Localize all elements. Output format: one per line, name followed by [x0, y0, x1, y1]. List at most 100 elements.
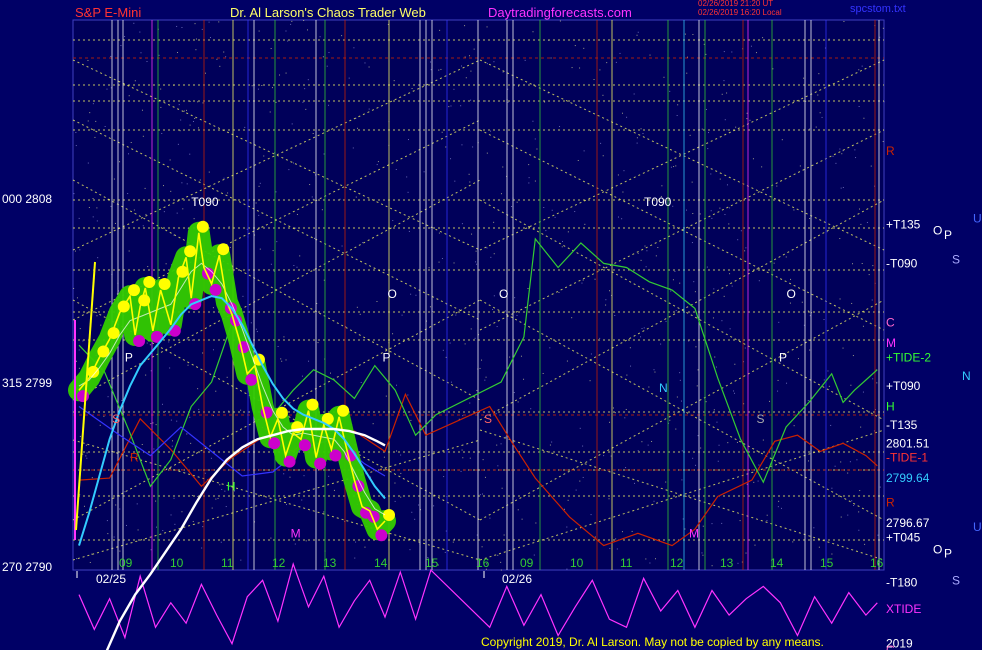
plot-marker-label: O	[787, 287, 796, 301]
star-dot	[689, 134, 691, 136]
star-dot	[192, 120, 194, 122]
star-dot	[328, 104, 330, 106]
star-dot	[699, 213, 701, 215]
star-dot	[283, 336, 285, 338]
star-dot	[301, 499, 303, 501]
star-dot	[640, 259, 642, 261]
star-dot	[128, 153, 130, 155]
star-dot	[858, 511, 860, 513]
star-dot	[73, 193, 75, 195]
star-dot	[476, 263, 478, 265]
star-dot	[835, 162, 837, 164]
star-dot	[625, 408, 627, 410]
star-dot	[615, 538, 617, 540]
plot-marker-label: O	[499, 287, 508, 301]
star-dot	[95, 120, 97, 122]
star-dot	[831, 487, 833, 489]
star-dot	[615, 61, 617, 63]
star-dot	[296, 213, 298, 215]
star-dot	[461, 449, 463, 451]
star-dot	[453, 262, 455, 264]
star-dot	[277, 345, 279, 347]
star-dot	[746, 112, 748, 114]
star-dot	[721, 522, 723, 524]
plot-marker-label: H	[227, 479, 236, 493]
star-dot	[216, 58, 218, 60]
star-dot	[464, 56, 466, 58]
star-dot	[368, 108, 370, 110]
star-dot	[746, 118, 748, 120]
plot-marker-label: P	[779, 351, 787, 365]
star-dot	[583, 150, 585, 152]
star-dot	[468, 173, 470, 175]
star-dot	[625, 467, 627, 469]
right-level-label: 2799.64	[886, 471, 930, 485]
star-dot	[609, 290, 611, 292]
star-dot	[153, 448, 155, 450]
star-dot	[228, 226, 230, 228]
site-link[interactable]: Daytradingforecasts.com	[488, 5, 632, 20]
star-dot	[523, 378, 525, 380]
side-label: U	[973, 211, 982, 225]
star-dot	[92, 198, 94, 200]
star-dot	[396, 450, 398, 452]
star-dot	[761, 166, 763, 168]
star-dot	[113, 536, 115, 538]
star-dot	[201, 547, 203, 549]
star-dot	[272, 250, 274, 252]
star-dot	[726, 184, 728, 186]
star-dot	[793, 209, 795, 211]
star-dot	[440, 68, 442, 70]
star-dot	[152, 422, 154, 424]
star-dot	[219, 65, 221, 67]
plot-marker-label: R	[130, 451, 139, 465]
right-level-label: +T135	[886, 218, 921, 232]
star-dot	[163, 211, 165, 213]
star-dot	[401, 314, 403, 316]
star-dot	[711, 217, 713, 219]
star-dot	[127, 193, 129, 195]
star-dot	[584, 223, 586, 225]
star-dot	[749, 119, 751, 121]
star-dot	[702, 554, 704, 556]
star-dot	[500, 443, 502, 445]
star-dot	[472, 146, 474, 148]
right-level-label: XTIDE	[886, 602, 921, 616]
star-dot	[735, 126, 737, 128]
star-dot	[465, 77, 467, 79]
star-dot	[858, 529, 860, 531]
star-dot	[566, 568, 568, 570]
star-dot	[653, 369, 655, 371]
star-dot	[823, 318, 825, 320]
star-dot	[609, 548, 611, 550]
star-dot	[326, 65, 328, 67]
star-dot	[642, 132, 644, 134]
star-dot	[676, 396, 678, 398]
star-dot	[275, 191, 277, 193]
star-dot	[706, 266, 708, 268]
star-dot	[801, 301, 803, 303]
star-dot	[186, 433, 188, 435]
star-dot	[173, 497, 175, 499]
star-dot	[270, 537, 272, 539]
star-dot	[718, 444, 720, 446]
star-dot	[110, 205, 112, 207]
star-dot	[410, 293, 412, 295]
plot-marker-label: S	[112, 412, 120, 426]
star-dot	[144, 187, 146, 189]
star-dot	[302, 101, 304, 103]
star-dot	[663, 76, 665, 78]
star-dot	[834, 465, 836, 467]
star-dot	[124, 491, 126, 493]
star-dot	[269, 111, 271, 113]
star-dot	[661, 185, 663, 187]
hour-label: 09	[520, 556, 534, 570]
star-dot	[191, 494, 193, 496]
star-dot	[517, 509, 519, 511]
right-level-label: -T180	[886, 575, 918, 589]
star-dot	[863, 117, 865, 119]
star-dot	[534, 138, 536, 140]
star-dot	[438, 261, 440, 263]
timestamp-ut: 02/26/2019 21:20 UT	[698, 0, 774, 8]
star-dot	[786, 382, 788, 384]
